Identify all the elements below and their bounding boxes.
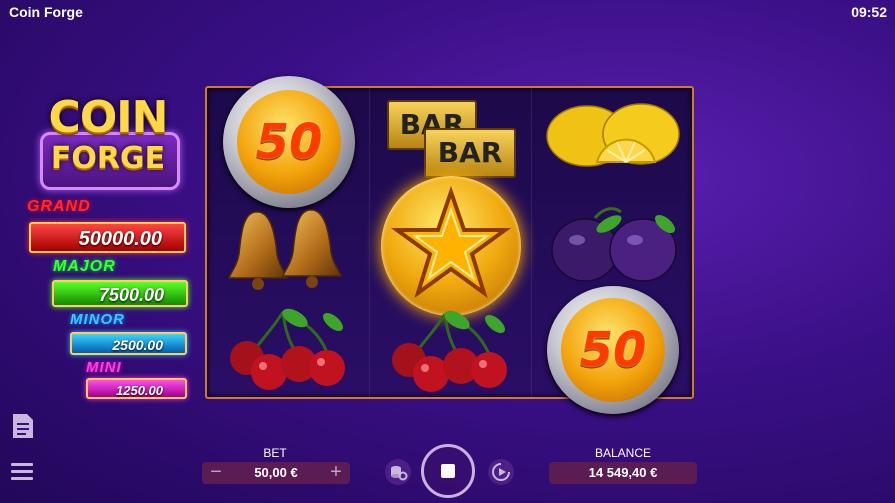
coin-50-symbol: 50 <box>223 76 355 208</box>
lemon-symbol <box>546 103 680 167</box>
autoplay-button[interactable] <box>488 459 514 485</box>
stop-icon <box>441 464 455 478</box>
spin-button[interactable] <box>421 444 475 498</box>
cherries-symbol <box>392 310 507 392</box>
top-bar: Coin Forge 09:52 <box>0 0 895 24</box>
bet-stepper: − 50,00 € + <box>202 462 350 484</box>
jackpot-grand-value: 50000.00 <box>29 222 186 253</box>
app-title: Coin Forge <box>9 4 83 20</box>
jackpot-minor-label: MINOR <box>70 311 125 328</box>
bells-symbol <box>227 209 343 290</box>
menu-icon[interactable] <box>11 462 35 482</box>
bet-decrease-button[interactable]: − <box>202 462 230 484</box>
balance-label: BALANCE <box>594 446 652 460</box>
game-logo: COIN FORGE <box>38 92 180 192</box>
bet-increase-button[interactable]: + <box>322 462 350 484</box>
plums-symbol <box>551 207 677 282</box>
jackpot-mini-value: 1250.00 <box>86 378 187 399</box>
paytable-icon[interactable] <box>11 413 35 439</box>
star-coin-symbol <box>381 176 521 316</box>
coin-value: 50 <box>561 298 665 402</box>
coin-settings-button[interactable] <box>385 459 411 485</box>
logo-forge-text: FORGE <box>50 141 166 176</box>
bet-value: 50,00 € <box>254 465 298 480</box>
jackpot-mini-label: MINI <box>86 359 122 376</box>
jackpot-major-value: 7500.00 <box>52 280 188 307</box>
balance-value: 14 549,40 € <box>549 462 697 484</box>
bar-symbol-front: BAR <box>424 128 516 178</box>
coin-value: 50 <box>237 90 341 194</box>
jackpot-grand-label: GRAND <box>27 198 91 215</box>
clock: 09:52 <box>851 4 887 20</box>
logo-coin-text: COIN <box>48 92 169 143</box>
cherries-symbol <box>230 308 345 390</box>
coin-50-symbol: 50 <box>547 286 679 414</box>
jackpot-minor-value: 2500.00 <box>70 332 187 355</box>
reel-grid: 50 BAR BAR 50 <box>205 76 694 414</box>
bet-label: BET <box>263 446 287 460</box>
coins-settings-icon <box>391 466 408 481</box>
jackpot-major-label: MAJOR <box>53 258 116 275</box>
autoplay-icon <box>492 463 510 481</box>
reel-divider <box>531 88 532 397</box>
reel-divider <box>369 88 370 397</box>
star-icon <box>390 185 512 299</box>
